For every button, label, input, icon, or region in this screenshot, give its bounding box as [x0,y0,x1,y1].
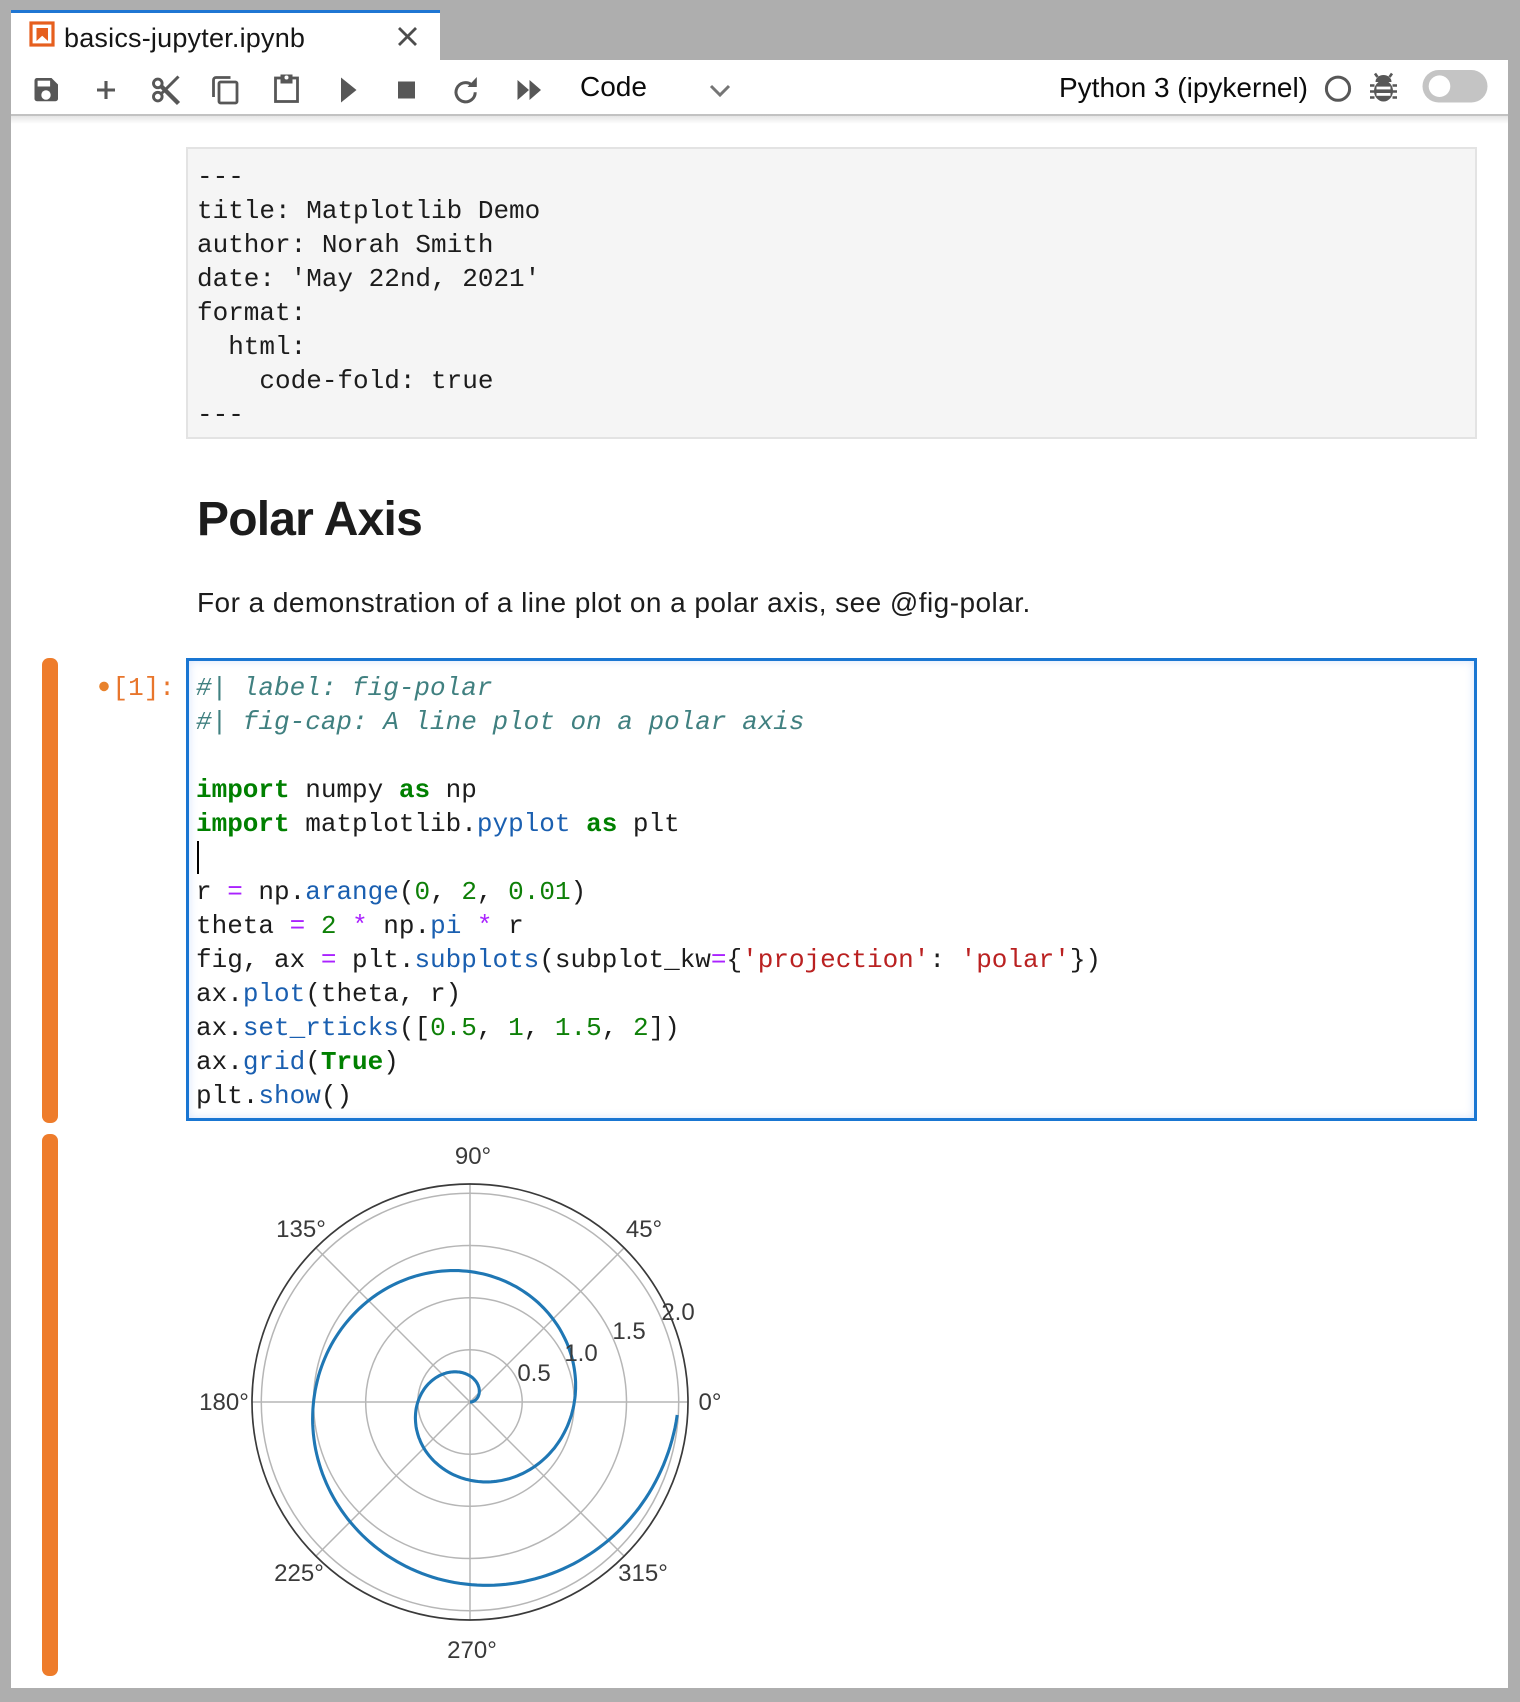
svg-text:1.0: 1.0 [564,1340,597,1367]
svg-text:0°: 0° [699,1389,722,1416]
svg-text:180°: 180° [199,1389,249,1416]
svg-text:1.5: 1.5 [612,1318,645,1345]
svg-text:225°: 225° [274,1560,324,1587]
svg-text:2.0: 2.0 [661,1299,694,1326]
svg-text:270°: 270° [447,1637,497,1664]
svg-text:90°: 90° [455,1143,491,1170]
svg-text:0.5: 0.5 [517,1360,550,1387]
svg-text:135°: 135° [276,1216,326,1243]
svg-text:45°: 45° [626,1216,662,1243]
svg-text:315°: 315° [618,1560,668,1587]
